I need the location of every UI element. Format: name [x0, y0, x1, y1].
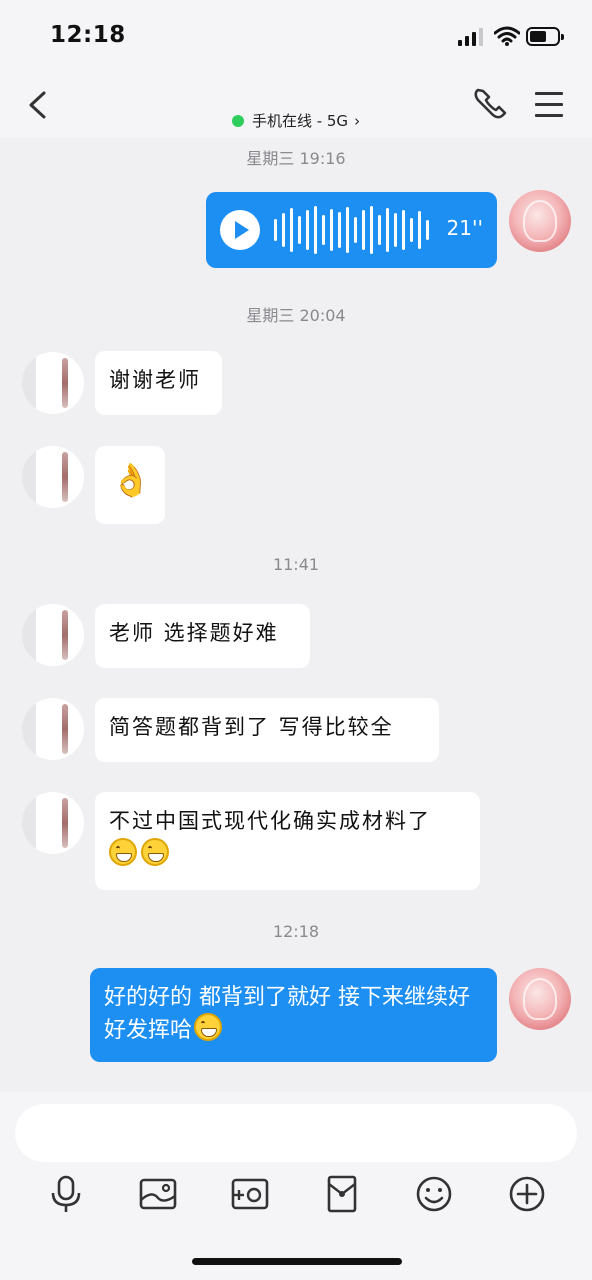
waveform	[274, 204, 429, 256]
grinning-face-icon	[194, 1013, 223, 1041]
home-indicator[interactable]	[192, 1258, 402, 1265]
avatar[interactable]	[509, 968, 571, 1030]
ok-hand-emoji: 👌	[111, 461, 153, 499]
phone-icon[interactable]	[472, 86, 512, 122]
message-bubble[interactable]: 👌	[95, 446, 165, 524]
message-bubble[interactable]: 好的好的 都背到了就好 接下来继续好好发挥哈	[90, 968, 497, 1062]
message-text: 老师 选择题好难	[109, 621, 279, 645]
chevron-right-icon: ›	[354, 112, 361, 130]
avatar[interactable]	[22, 352, 84, 414]
timestamp: 星期三 19:16	[246, 149, 346, 168]
avatar[interactable]	[22, 446, 84, 508]
voice-duration: 21''	[446, 216, 483, 240]
message-input[interactable]	[15, 1104, 577, 1162]
grinning-face-icon	[109, 838, 137, 866]
status-time: 12:18	[50, 22, 126, 48]
message-text: 好的好的 都背到了就好 接下来继续好好发挥哈	[104, 985, 470, 1043]
input-toolbar	[0, 1174, 592, 1214]
camera-icon[interactable]	[230, 1174, 270, 1214]
avatar[interactable]	[22, 698, 84, 760]
grinning-face-icon	[141, 838, 169, 866]
avatar[interactable]	[22, 604, 84, 666]
avatar[interactable]	[509, 190, 571, 252]
emoji-icon[interactable]	[414, 1174, 454, 1214]
cellular-signal-icon	[458, 28, 483, 46]
message-bubble[interactable]: 不过中国式现代化确实成材料了	[95, 792, 480, 890]
plus-icon[interactable]	[507, 1174, 547, 1214]
image-icon[interactable]	[138, 1174, 178, 1214]
timestamp: 12:18	[272, 922, 320, 941]
menu-icon[interactable]	[535, 92, 565, 118]
play-icon[interactable]	[220, 210, 260, 250]
message-bubble[interactable]: 老师 选择题好难	[95, 604, 310, 668]
wifi-icon	[494, 26, 520, 46]
voice-message-bubble[interactable]: 21''	[206, 192, 497, 268]
message-bubble[interactable]: 谢谢老师	[95, 351, 222, 415]
message-text: 谢谢老师	[109, 368, 201, 392]
avatar[interactable]	[22, 792, 84, 854]
presence-text: 手机在线 - 5G	[251, 112, 349, 130]
message-bubble[interactable]: 简答题都背到了 写得比较全	[95, 698, 439, 762]
mic-icon[interactable]	[46, 1174, 86, 1214]
online-dot-icon	[231, 115, 244, 127]
timestamp: 星期三 20:04	[246, 306, 346, 325]
chat-header: 手机在线 - 5G ›	[0, 72, 592, 138]
chat-screen: 12:18 手机在线 - 5G › 星期三 19:16 21'' 星期三 20:…	[0, 0, 592, 1280]
input-bar	[0, 1092, 592, 1280]
red-packet-icon[interactable]	[322, 1174, 362, 1214]
timestamp: 11:41	[272, 555, 320, 574]
battery-icon	[526, 27, 564, 46]
status-bar: 12:18	[0, 0, 592, 72]
message-text: 简答题都背到了 写得比较全	[109, 715, 394, 739]
message-text: 不过中国式现代化确实成材料了	[109, 809, 431, 833]
